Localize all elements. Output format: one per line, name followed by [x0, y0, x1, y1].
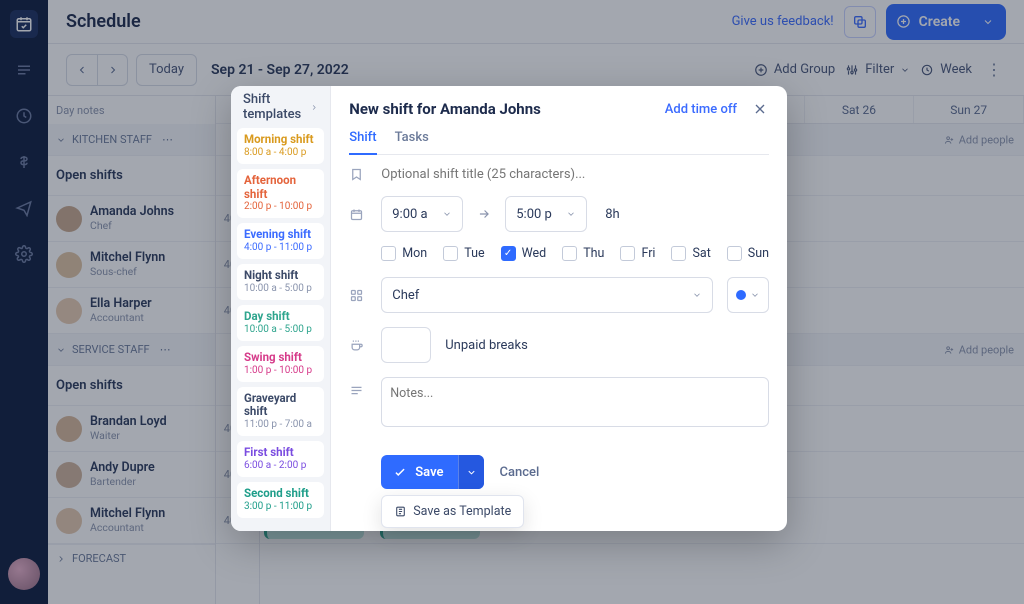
save-button[interactable]: Save [381, 455, 483, 489]
break-input[interactable] [381, 327, 431, 363]
add-time-off-link[interactable]: Add time off [665, 102, 737, 117]
templates-header[interactable]: Shift templates [237, 86, 324, 128]
shift-templates-pane: Shift templates Morning shift8:00 a - 4:… [231, 86, 331, 531]
modal-body: New shift for Amanda Johns Add time off … [331, 86, 787, 531]
save-as-template-option[interactable]: Save as Template [381, 495, 524, 528]
bookmark-icon [349, 167, 367, 182]
end-time-select[interactable]: 5:00 p [505, 196, 587, 232]
shift-template-card[interactable]: Swing shift1:00 p - 10:00 p [237, 346, 324, 382]
position-select[interactable]: Chef [381, 277, 713, 313]
shift-title-input[interactable] [381, 167, 769, 182]
day-tue[interactable]: Tue [443, 246, 484, 261]
template-icon [394, 505, 407, 518]
shift-template-card[interactable]: Day shift10:00 a - 5:00 p [237, 305, 324, 341]
shift-template-card[interactable]: First shift6:00 a - 2:00 p [237, 441, 324, 477]
notes-icon [349, 383, 367, 398]
save-dropdown[interactable] [458, 455, 484, 489]
color-select[interactable] [727, 277, 769, 313]
check-icon [393, 465, 407, 479]
duration-label: 8h [605, 207, 619, 222]
calendar-icon [349, 207, 367, 222]
day-sun[interactable]: Sun [727, 246, 769, 261]
shift-template-card[interactable]: Second shift3:00 p - 11:00 p [237, 482, 324, 518]
shift-template-card[interactable]: Afternoon shift2:00 p - 10:00 p [237, 169, 324, 219]
shift-template-card[interactable]: Morning shift8:00 a - 4:00 p [237, 128, 324, 164]
grid-icon [349, 288, 367, 303]
modal-title: New shift for Amanda Johns [349, 100, 541, 118]
shift-template-card[interactable]: Evening shift4:00 p - 11:00 p [237, 223, 324, 259]
tab-shift[interactable]: Shift [349, 124, 376, 155]
tab-tasks[interactable]: Tasks [395, 124, 429, 154]
cancel-button[interactable]: Cancel [500, 465, 540, 480]
modal-tabs: Shift Tasks [349, 124, 769, 155]
arrow-right-icon [477, 207, 491, 221]
day-thu[interactable]: Thu [562, 246, 604, 261]
close-button[interactable] [751, 100, 769, 118]
break-label: Unpaid breaks [445, 338, 528, 353]
coffee-icon [349, 338, 367, 353]
day-mon[interactable]: Mon [381, 246, 427, 261]
shift-template-card[interactable]: Graveyard shift11:00 p - 7:00 a [237, 387, 324, 437]
day-sat[interactable]: Sat [671, 246, 710, 261]
shift-template-card[interactable]: Night shift10:00 a - 5:00 p [237, 264, 324, 300]
day-checkboxes: Mon Tue ✓Wed Thu Fri Sat Sun [381, 246, 769, 261]
notes-input[interactable] [381, 377, 769, 427]
chevron-right-icon [310, 102, 318, 113]
day-fri[interactable]: Fri [620, 246, 655, 261]
start-time-select[interactable]: 9:00 a [381, 196, 463, 232]
new-shift-modal: Shift templates Morning shift8:00 a - 4:… [231, 86, 787, 531]
day-wed[interactable]: ✓Wed [501, 246, 547, 261]
